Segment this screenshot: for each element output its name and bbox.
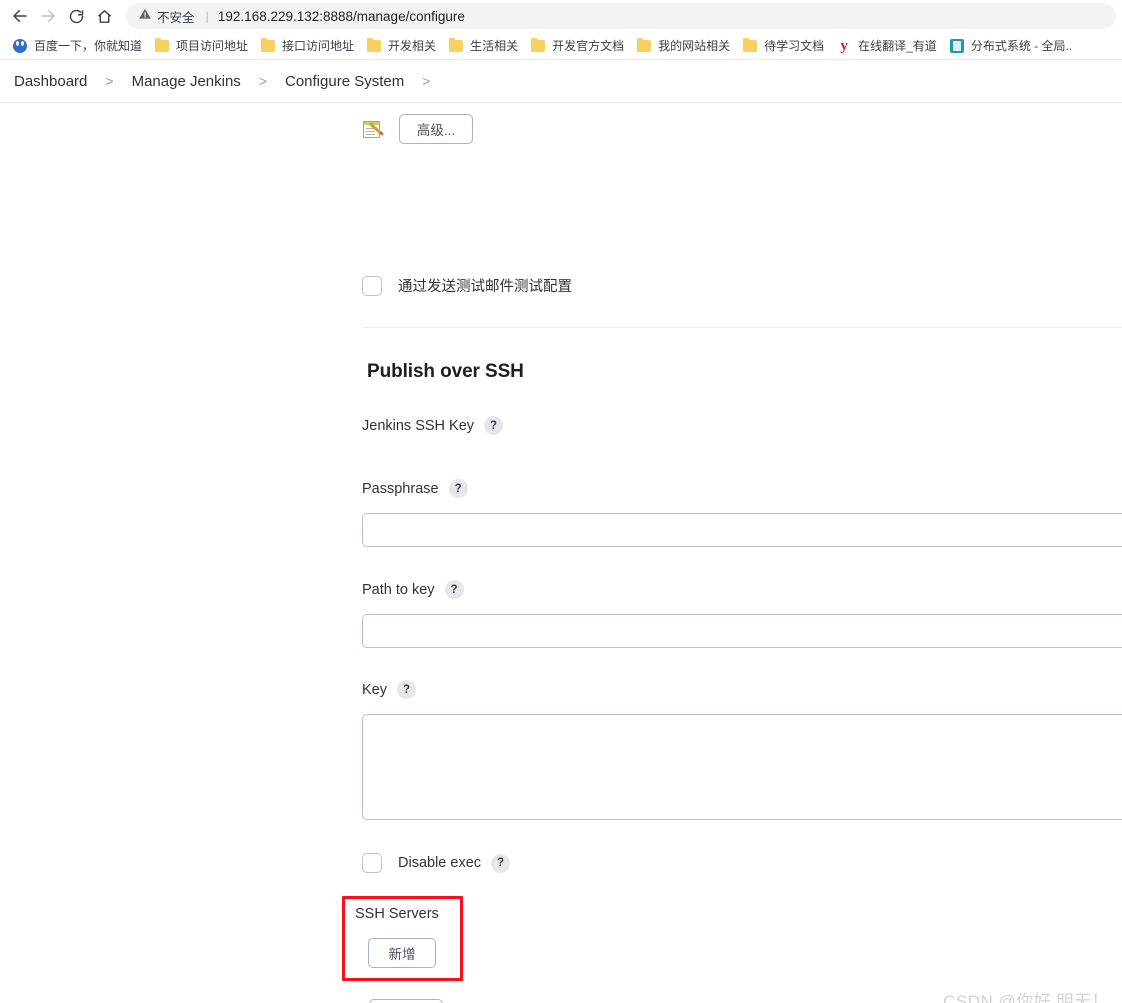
bookmark-label: 开发官方文档 [552,39,625,53]
test-email-checkbox-label: 通过发送测试邮件测试配置 [398,279,572,295]
baidu-icon [12,38,28,54]
help-icon[interactable]: ? [448,479,468,498]
bookmark-label: 分布式系统 - 全局.. [970,39,1073,53]
key-label-row: Key ? [362,680,416,699]
bookmarks-bar: 百度一下，你就知道 项目访问地址 接口访问地址 开发相关 生活相关 开发官方文档… [0,32,1122,60]
folder-icon [154,37,170,54]
warning-triangle-icon [138,7,152,26]
bookmark-label: 接口访问地址 [282,39,355,53]
help-icon[interactable]: ? [484,416,504,435]
publish-over-ssh-title: Publish over SSH [367,361,524,382]
bookmark-item[interactable]: 我的网站相关 [630,35,736,57]
path-to-key-input[interactable] [362,614,1122,648]
forward-arrow-icon[interactable] [34,2,62,30]
path-to-key-label: Path to key [362,581,435,598]
bookmark-label: 项目访问地址 [176,39,249,53]
bookmark-item[interactable]: 项目访问地址 [148,35,254,57]
notepad-pencil-icon [363,119,385,139]
key-textarea[interactable] [362,714,1122,820]
folder-icon [448,37,464,54]
disable-exec-checkbox[interactable] [362,853,382,873]
jenkins-ssh-key-label: Jenkins SSH Key [362,417,475,434]
key-label: Key [362,681,387,698]
bookmark-item[interactable]: 分布式系统 - 全局.. [943,35,1078,57]
breadcrumb-item-manage-jenkins[interactable]: Manage Jenkins [128,71,245,92]
configure-system-page: 高级... 通过发送测试邮件测试配置 Publish over SSH Jenk… [0,103,1122,1003]
bookmark-label: 生活相关 [470,39,519,53]
folder-icon [530,37,546,54]
disable-exec-label: Disable exec [398,855,482,871]
bookmark-label: 百度一下，你就知道 [34,39,143,53]
section-divider [362,327,1122,328]
ssh-servers-label: SSH Servers [355,906,439,922]
bookmark-item[interactable]: 生活相关 [442,35,524,57]
bookmark-item[interactable]: 开发相关 [360,35,442,57]
teal-book-icon [949,38,965,54]
browser-chrome: 不安全 | 192.168.229.132:8888/manage/config… [0,0,1122,60]
passphrase-label-row: Passphrase ? [362,479,468,498]
breadcrumb-item-configure-system[interactable]: Configure System [281,71,408,92]
bookmark-label: 我的网站相关 [658,39,731,53]
email-advanced-button[interactable]: 高级... [399,114,473,144]
bookmark-label: 开发相关 [388,39,437,53]
omnibox-separator: | [205,8,209,24]
folder-icon [636,37,652,54]
breadcrumb-item-dashboard[interactable]: Dashboard [10,71,91,92]
folder-icon [260,37,276,54]
bookmark-item[interactable]: 待学习文档 [736,35,830,57]
help-icon[interactable]: ? [491,853,511,873]
breadcrumb: Dashboard > Manage Jenkins > Configure S… [0,60,1122,103]
youdao-icon: y [840,37,848,54]
help-icon[interactable]: ? [444,580,464,599]
test-email-checkbox[interactable] [362,275,382,296]
bookmark-item[interactable]: 百度一下，你就知道 [6,35,148,57]
home-icon[interactable] [90,2,118,30]
reload-icon[interactable] [62,2,90,30]
disable-exec-row[interactable]: Disable exec ? [362,853,511,873]
breadcrumb-separator: > [422,73,431,89]
security-status-text: 不安全 [157,10,195,25]
watermark: CSDN @你好 明天！ [943,992,1109,1003]
address-bar[interactable]: 不安全 | 192.168.229.132:8888/manage/config… [126,3,1116,29]
bookmark-item[interactable]: 开发官方文档 [524,35,630,57]
test-email-checkbox-row[interactable]: 通过发送测试邮件测试配置 [362,275,572,296]
back-arrow-icon[interactable] [6,2,34,30]
email-advanced-row: 高级... [363,114,473,144]
url-text[interactable]: 192.168.229.132:8888/manage/configure [218,9,465,24]
ssh-servers-add-button[interactable]: 新增 [368,938,436,968]
ssh-servers-add-wrap: 新增 [368,938,436,968]
breadcrumb-separator: > [105,73,114,89]
jenkins-ssh-key-row: Jenkins SSH Key ? [362,416,504,435]
folder-icon [366,37,382,54]
browser-toolbar: 不安全 | 192.168.229.132:8888/manage/config… [0,0,1122,32]
passphrase-input[interactable] [362,513,1122,547]
help-icon[interactable]: ? [397,680,416,699]
bookmark-label: 待学习文档 [764,39,825,53]
security-status-chip[interactable]: 不安全 [138,7,195,26]
bookmark-label: 在线翻译_有道 [858,39,937,53]
path-to-key-label-row: Path to key ? [362,580,464,599]
folder-icon [742,37,758,54]
bookmark-item[interactable]: 接口访问地址 [254,35,360,57]
breadcrumb-separator: > [258,73,267,89]
bookmark-item[interactable]: y 在线翻译_有道 [830,35,943,57]
ssh-advanced-button[interactable]: 高级... [369,999,443,1003]
passphrase-label: Passphrase [362,480,439,497]
